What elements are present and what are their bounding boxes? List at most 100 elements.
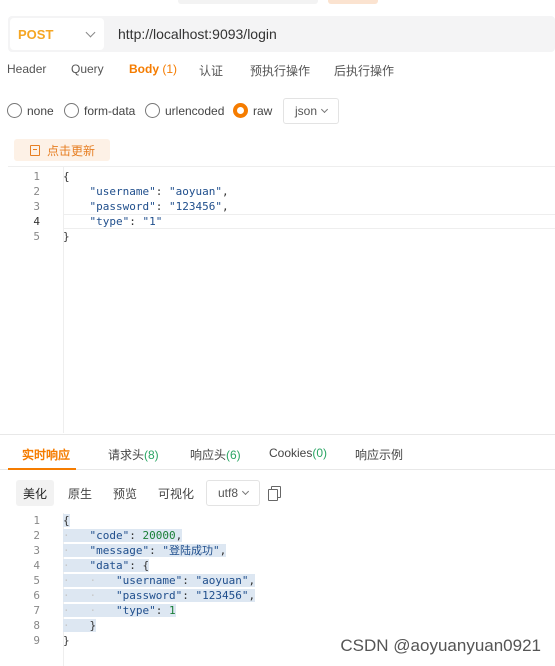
code-text: "username": "aoyuan",	[89, 185, 229, 198]
code-text: · · "password": "123456",	[63, 589, 256, 602]
json-punct: ,	[221, 185, 229, 198]
radio-none[interactable]: none	[7, 103, 54, 118]
code-line: 4 · "data": {	[8, 558, 555, 573]
format-select[interactable]: json	[283, 98, 339, 124]
code-text: · "code": 20000,	[63, 529, 183, 542]
radio-urlencoded[interactable]: urlencoded	[145, 103, 224, 118]
line-number: 1	[33, 170, 40, 183]
json-punct: }	[89, 619, 97, 632]
json-value: 1	[169, 604, 176, 617]
tab-auth[interactable]: 认证	[199, 62, 223, 79]
radio-raw[interactable]: raw	[233, 103, 272, 118]
tab-live-response[interactable]: 实时响应	[22, 446, 70, 463]
json-key: "data"	[89, 559, 130, 572]
tab-label: Body	[129, 62, 159, 76]
tab-count: (8)	[144, 448, 159, 462]
code-line: 6 · · "password": "123456",	[8, 588, 555, 603]
format-value: json	[294, 104, 317, 118]
radio-selected-icon	[233, 103, 248, 118]
response-view-bar: 美化 原生 预览 可视化 utf8	[16, 480, 555, 506]
json-punct: ,	[248, 574, 256, 587]
tab-body[interactable]: Body (1)	[129, 62, 177, 76]
radio-icon	[7, 103, 22, 118]
document-icon	[30, 144, 40, 156]
code-line: 8 · }	[8, 618, 555, 633]
radio-label: none	[27, 103, 54, 118]
tab-query[interactable]: Query	[71, 62, 104, 76]
code-line: 5 · · "username": "aoyuan",	[8, 573, 555, 588]
radio-label: raw	[253, 103, 273, 118]
json-punct: ,	[248, 589, 256, 602]
tab-header[interactable]: Header	[7, 62, 46, 76]
code-line: 2 · "code": 20000,	[8, 528, 555, 543]
json-punct: ,	[175, 529, 183, 542]
tab-response-headers[interactable]: 响应头(6)	[190, 446, 241, 463]
tab-count: (0)	[312, 446, 328, 460]
tab-strip-accent	[328, 0, 378, 4]
code-line-current: 4 "type": "1"	[8, 214, 555, 229]
json-key: "username"	[89, 185, 156, 198]
code-text: "password": "123456",	[89, 200, 229, 213]
json-key: "type"	[89, 215, 130, 228]
json-value: "123456"	[168, 200, 222, 213]
json-key: "type"	[116, 604, 156, 617]
line-number: 7	[33, 604, 40, 617]
json-key: "username"	[116, 574, 183, 587]
view-pretty-button[interactable]: 美化	[16, 480, 54, 506]
json-punct: ,	[219, 544, 227, 557]
radio-icon	[64, 103, 79, 118]
tab-request-headers[interactable]: 请求头(8)	[108, 446, 159, 463]
json-punct: ,	[221, 200, 229, 213]
request-body-editor[interactable]: 1 { 2 "username": "aoyuan", 3 "password"…	[8, 166, 555, 433]
tab-pre-script[interactable]: 预执行操作	[250, 62, 310, 79]
refresh-label: 点击更新	[47, 143, 96, 158]
copy-icon[interactable]	[268, 486, 281, 501]
tab-post-script[interactable]: 后执行操作	[334, 62, 394, 79]
tab-strip-active	[178, 0, 318, 4]
view-raw-button[interactable]: 原生	[61, 480, 99, 506]
code-text: {	[63, 170, 70, 183]
code-line: 7 · · "type": 1	[8, 603, 555, 618]
code-line: 3 "password": "123456",	[8, 199, 555, 214]
code-text: · · "type": 1	[63, 604, 176, 617]
tab-label: Cookies	[269, 446, 313, 460]
line-number: 2	[33, 185, 40, 198]
radio-form-data[interactable]: form-data	[64, 103, 135, 118]
refresh-button[interactable]: 点击更新	[14, 139, 110, 161]
view-preview-button[interactable]: 预览	[106, 480, 144, 506]
code-text: · · "username": "aoyuan",	[63, 574, 256, 587]
code-text: {	[63, 513, 70, 528]
json-value: "1"	[142, 215, 163, 228]
json-value: "登陆成功"	[162, 544, 220, 557]
request-tabs: Header Query Body (1) 认证 预执行操作 后执行操作	[0, 60, 555, 82]
code-text: · "message": "登陆成功",	[63, 544, 227, 557]
encoding-select[interactable]: utf8	[206, 480, 260, 506]
url-input[interactable]: http://localhost:9093/login	[118, 26, 277, 42]
tab-label: 响应头	[190, 448, 227, 462]
method-label: POST	[18, 26, 54, 42]
json-value: "aoyuan"	[168, 185, 222, 198]
watermark: CSDN @aoyuanyuan0921	[340, 636, 541, 655]
line-number: 4	[33, 215, 40, 228]
line-number: 2	[33, 529, 40, 542]
json-key: "message"	[89, 544, 150, 557]
tab-label: 后执行操作	[334, 64, 395, 78]
json-key: "password"	[116, 589, 183, 602]
chevron-down-icon	[85, 27, 96, 37]
code-line: 2 "username": "aoyuan",	[8, 184, 555, 199]
code-line: 3 · "message": "登陆成功",	[8, 543, 555, 558]
view-visualize-button[interactable]: 可视化	[153, 480, 199, 506]
response-tabs: 实时响应 请求头(8) 响应头(6) Cookies(0) 响应示例	[0, 436, 555, 470]
tab-label: 实时响应	[22, 448, 71, 462]
method-select[interactable]: POST	[10, 18, 104, 50]
json-punct: {	[63, 514, 70, 527]
tab-cookies[interactable]: Cookies(0)	[269, 446, 327, 460]
tab-label: 请求头	[108, 448, 145, 462]
code-text: }	[63, 230, 70, 243]
radio-label: urlencoded	[165, 103, 225, 118]
code-text: "type": "1"	[89, 215, 163, 228]
line-number: 4	[33, 559, 40, 572]
code-line: 1 {	[8, 513, 555, 528]
tab-count: (1)	[162, 62, 178, 76]
tab-response-examples[interactable]: 响应示例	[355, 446, 403, 463]
